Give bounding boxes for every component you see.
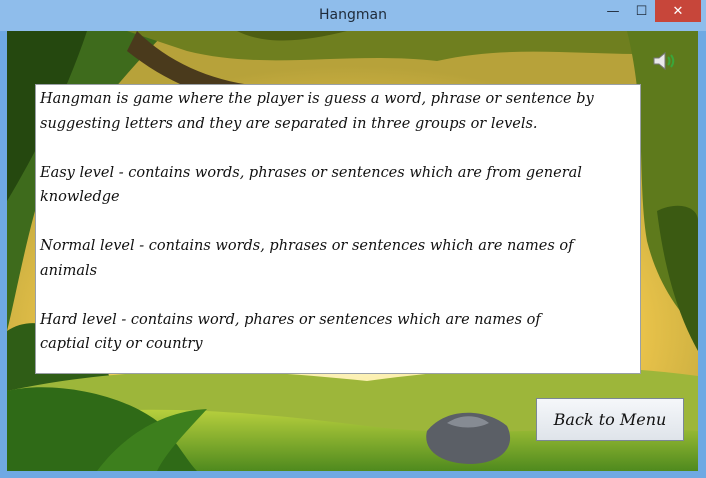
normal-level-line-2: animals bbox=[40, 262, 98, 279]
title-bar[interactable]: Hangman — ☐ ✕ bbox=[0, 0, 706, 31]
minimize-button[interactable]: — bbox=[598, 0, 628, 22]
easy-level-line-1: Easy level - contains words, phrases or … bbox=[40, 164, 582, 181]
easy-level-line-2: knowledge bbox=[40, 189, 120, 205]
app-window: Hangman — ☐ ✕ Hangman is game where the … bbox=[0, 0, 706, 478]
game-area: Hangman is game where the player is gues… bbox=[7, 31, 698, 471]
close-button[interactable]: ✕ bbox=[655, 0, 701, 22]
normal-level-line-1: Normal level - contains words, phrases o… bbox=[40, 238, 574, 254]
speaker-icon[interactable] bbox=[652, 51, 676, 71]
instructions-textbox[interactable]: Hangman is game where the player is gues… bbox=[35, 84, 641, 374]
intro-line-1: Hangman is game where the player is gues… bbox=[40, 91, 594, 107]
intro-line-2: suggesting letters and they are separate… bbox=[40, 115, 538, 132]
maximize-button[interactable]: ☐ bbox=[628, 0, 655, 22]
hard-level-line-1: Hard level - contains word, phares or se… bbox=[40, 311, 541, 328]
back-to-menu-button[interactable]: Back to Menu bbox=[536, 398, 684, 441]
hard-level-line-2: captial city or country bbox=[40, 336, 203, 352]
